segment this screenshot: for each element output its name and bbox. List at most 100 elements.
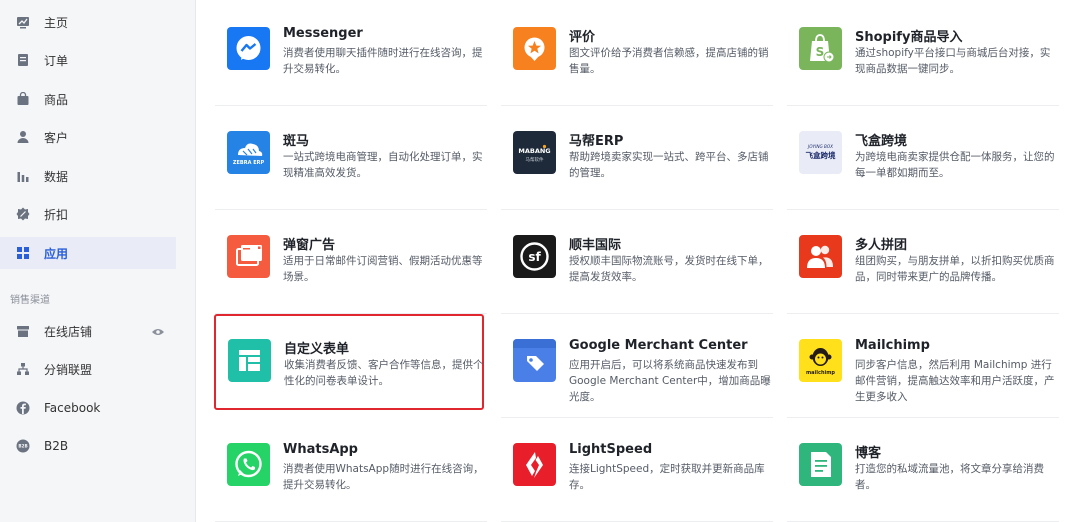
app-description: 同步客户信息，然后利用 Mailchimp 进行邮件营销，提高触达效率和用户活跃… [855,359,1055,403]
app-title: Shopify商品导入 [855,30,963,45]
app-card-sf-international[interactable]: sf 顺丰国际 授权顺丰国际物流账号，发货时在线下单，提高发货效率。 [501,210,773,314]
user-icon [16,130,30,144]
form-icon [228,339,271,382]
svg-text:ZEBRA ERP: ZEBRA ERP [233,160,265,166]
app-title: 马帮ERP [569,134,624,149]
lightspeed-icon [513,443,556,486]
bag-icon [16,92,30,106]
app-card-group-buy[interactable]: 多人拼团 组团购买，与朋友拼单，以折扣购买优质商品，同时带来更广的品牌传播。 [787,210,1059,314]
app-title: WhatsApp [283,442,358,457]
sidebar-item-label: 应用 [44,246,69,261]
app-title: 顺丰国际 [569,238,622,253]
app-description: 一站式跨境电商管理，自动化处理订单，实现精准高效发货。 [283,151,483,179]
app-description: 图文评价给予消费者信赖感，提高店铺的销售量。 [569,47,769,75]
sidebar-item-customers[interactable]: 客户 [0,121,176,153]
svg-text:S: S [816,45,825,59]
app-title: Mailchimp [855,338,930,353]
app-title: Google Merchant Center [569,338,748,353]
sf-icon: sf [513,235,556,278]
sidebar-item-facebook[interactable]: Facebook [0,392,176,424]
app-card-google-merchant[interactable]: Google Merchant Center 应用开启后，可以将系统商品快速发布… [501,314,773,418]
svg-text:马帮软件: 马帮软件 [526,156,544,163]
app-description: 应用开启后，可以将系统商品快速发布到Google Merchant Center… [569,359,771,403]
svg-text:MABANG: MABANG [518,147,550,155]
svg-text:B2B: B2B [18,444,27,449]
sidebar-item-label: 分销联盟 [44,362,93,377]
sidebar-item-apps[interactable]: 应用 [0,237,176,269]
sidebar-item-label: 数据 [44,169,69,184]
feihe-icon: JOYING BOX 飞盒跨境 [799,131,842,174]
app-card-zebra[interactable]: ZEBRA ERP 斑马 一站式跨境电商管理，自动化处理订单，实现精准高效发货。 [215,106,487,210]
app-description: 适用于日常邮件订阅营销、假期活动优惠等场景。 [283,255,483,283]
sidebar-item-label: 客户 [44,130,69,145]
app-title: Messenger [283,26,363,41]
sidebar-item-label: Facebook [44,401,101,415]
app-title: LightSpeed [569,442,653,457]
facebook-icon [16,401,30,415]
sidebar-item-affiliate[interactable]: 分销联盟 [0,353,176,385]
sidebar-item-label: B2B [44,439,69,453]
sidebar: 主页 订单 商品 客户 数据 折扣 应用 销售渠道 在线店铺 分销联盟 Face… [0,0,196,522]
app-card-messenger[interactable]: Messenger 消费者使用聊天插件随时进行在线咨询，提升交易转化。 [215,2,487,106]
order-icon [16,53,30,67]
app-title: 评价 [569,30,596,45]
app-card-blog[interactable]: 博客 打造您的私域流量池，将文章分享给消费者。 [787,418,1059,522]
whatsapp-icon [227,443,270,486]
sidebar-item-label: 折扣 [44,207,69,222]
app-description: 消费者使用WhatsApp随时进行在线咨询，提升交易转化。 [283,463,484,491]
svg-text:mailchimp: mailchimp [806,370,835,376]
blog-icon [799,443,842,486]
svg-text:JOYING BOX: JOYING BOX [807,144,833,149]
popup-icon [227,235,270,278]
sidebar-item-discount[interactable]: 折扣 [0,198,176,230]
app-description: 帮助跨境卖家实现一站式、跨平台、多店铺的管理。 [569,151,769,179]
app-card-mailchimp[interactable]: mailchimp Mailchimp 同步客户信息，然后利用 Mailchim… [787,314,1059,418]
sidebar-item-products[interactable]: 商品 [0,83,176,115]
app-description: 连接LightSpeed，定时获取并更新商品库存。 [569,463,765,491]
apps-grid-icon [16,246,30,260]
sidebar-item-online-store[interactable]: 在线店铺 [0,315,176,347]
svg-text:sf: sf [528,250,541,264]
app-description: 授权顺丰国际物流账号，发货时在线下单，提高发货效率。 [569,255,769,283]
app-description: 消费者使用聊天插件随时进行在线咨询，提升交易转化。 [283,47,483,75]
sidebar-item-home[interactable]: 主页 [0,6,176,38]
google-merchant-icon [513,339,556,382]
discount-icon [16,207,30,221]
app-card-popup-ads[interactable]: 弹窗广告 适用于日常邮件订阅营销、假期活动优惠等场景。 [215,210,487,314]
svg-text:飞盒跨境: 飞盒跨境 [806,150,836,160]
sidebar-item-label: 订单 [44,53,69,68]
store-icon [16,324,30,338]
eye-icon[interactable] [152,326,164,336]
app-card-custom-form[interactable]: 自定义表单 收集消费者反馈、客户合作等信息，提供个性化的问卷表单设计。 [214,314,484,410]
sidebar-item-label: 在线店铺 [44,324,93,339]
chart-icon [16,15,30,29]
app-description: 通过shopify平台接口与商城后台对接，实现商品数据一键同步。 [855,47,1051,75]
app-card-feihe[interactable]: JOYING BOX 飞盒跨境 飞盒跨境 为跨境电商卖家提供仓配一体服务，让您的每… [787,106,1059,210]
app-description: 组团购买，与朋友拼单，以折扣购买优质商品，同时带来更广的品牌传播。 [855,255,1055,283]
mabang-icon: MABANG 马帮软件 [513,131,556,174]
sidebar-item-orders[interactable]: 订单 [0,44,176,76]
app-title: 斑马 [283,134,310,149]
network-icon [16,362,30,376]
app-card-mabang[interactable]: MABANG 马帮软件 马帮ERP 帮助跨境卖家实现一站式、跨平台、多店铺的管理。 [501,106,773,210]
app-description: 打造您的私域流量池，将文章分享给消费者。 [855,463,1044,491]
messenger-icon [227,27,270,70]
mailchimp-icon: mailchimp [799,339,842,382]
sales-channels-label: 销售渠道 [10,295,50,306]
sidebar-item-b2b[interactable]: B2B B2B [0,430,176,462]
app-description: 为跨境电商卖家提供仓配一体服务，让您的每一单都如期而至。 [855,151,1055,179]
app-title: 多人拼团 [855,238,908,253]
app-title: 自定义表单 [284,342,350,357]
app-card-whatsapp[interactable]: WhatsApp 消费者使用WhatsApp随时进行在线咨询，提升交易转化。 [215,418,487,522]
app-card-shopify-import[interactable]: S Shopify商品导入 通过shopify平台接口与商城后台对接，实现商品数… [787,2,1059,106]
sidebar-item-label: 商品 [44,92,69,107]
group-buy-icon [799,235,842,278]
sidebar-item-label: 主页 [44,15,69,30]
app-card-lightspeed[interactable]: LightSpeed 连接LightSpeed，定时获取并更新商品库存。 [501,418,773,522]
zebra-erp-icon: ZEBRA ERP [227,131,270,174]
app-title: 弹窗广告 [283,238,336,253]
sidebar-item-data[interactable]: 数据 [0,160,176,192]
app-title: 飞盒跨境 [855,134,908,149]
app-title: 博客 [855,446,882,461]
app-card-reviews[interactable]: 评价 图文评价给予消费者信赖感，提高店铺的销售量。 [501,2,773,106]
